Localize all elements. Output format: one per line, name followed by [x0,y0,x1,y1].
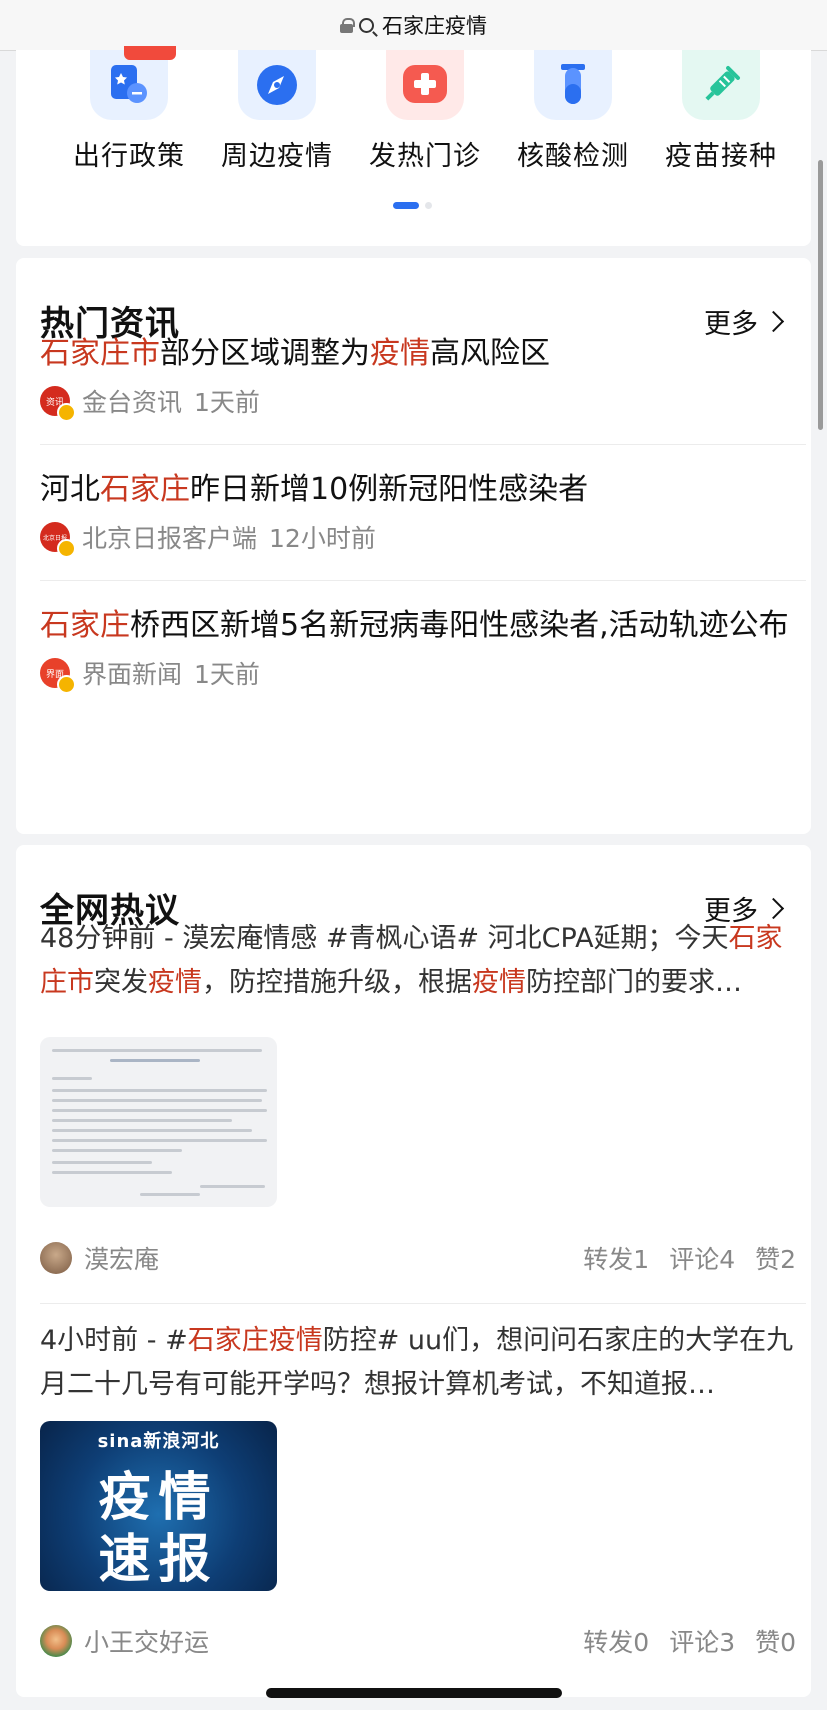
news-source: 金台资讯 [82,388,183,417]
source-logo-icon: 界面 [40,658,76,694]
quick-link-label: 发热门诊 [369,141,481,172]
quick-link-label: 周边疫情 [221,141,333,172]
chevron-right-icon [762,310,785,333]
news-item[interactable]: 石家庄市部分区域调整为疫情高风险区 资讯 金台资讯 1天前 [40,330,806,422]
lock-icon [340,17,355,33]
news-title: 石家庄桥西区新增5名新冠病毒阳性感染者,活动轨迹公布 [40,608,789,643]
divider [40,1303,806,1304]
quick-link-nucleic-test[interactable]: 核酸检测 [508,50,638,173]
verified-icon [57,675,76,694]
hot-news-card: 热门资讯 更多 石家庄市部分区域调整为疫情高风险区 资讯 金台资讯 1天前 河北… [16,258,811,834]
quick-link-label: 疫苗接种 [665,141,777,172]
quick-link-label: 核酸检测 [517,141,629,172]
new-badge [124,46,176,60]
chevron-right-icon [762,897,785,920]
verified-icon [57,403,76,422]
avatar[interactable] [40,1625,72,1657]
post-meta: 漠宏庵 转发1 评论4 赞2 [40,1240,796,1276]
news-time: 1天前 [194,388,260,417]
scrollbar[interactable] [818,160,823,430]
url-display[interactable]: 石家庄疫情 [340,10,487,40]
news-meta: 界面 界面新闻 1天前 [40,655,806,694]
news-title: 河北石家庄昨日新增10例新冠阳性感染者 [40,472,589,507]
news-meta: 北京日报 北京日报客户端 12小时前 [40,519,806,558]
source-logo-icon: 资讯 [40,386,76,422]
post-text[interactable]: 4小时前 - #石家庄疫情防控# uu们，想问问石家庄的大学在九月二十几号有可能… [40,1319,806,1407]
page-dot-active [393,202,419,209]
pagination-dots[interactable] [393,202,432,209]
news-item[interactable]: 河北石家庄昨日新增10例新冠阳性感染者 北京日报 北京日报客户端 12小时前 [40,466,806,558]
news-meta: 资讯 金台资讯 1天前 [40,383,806,422]
post-author[interactable]: 漠宏庵 [84,1240,159,1276]
forward-count[interactable]: 转发0 [583,1623,649,1659]
syringe-icon [682,50,760,120]
news-item[interactable]: 石家庄桥西区新增5名新冠病毒阳性感染者,活动轨迹公布 界面 界面新闻 1天前 [40,602,806,694]
comment-count[interactable]: 评论4 [669,1240,735,1276]
sina-logo: sina新浪河北 [97,1431,220,1452]
news-time: 1天前 [194,660,260,689]
post-meta: 小王交好运 转发0 评论3 赞0 [40,1623,796,1659]
home-indicator[interactable] [266,1688,562,1698]
verified-icon [57,539,76,558]
quick-link-nearby-epidemic[interactable]: 周边疫情 [212,50,342,173]
hot-discussion-card: 全网热议 更多 48分钟前 - 漠宏庵情感 #青枫心语# 河北CPA延期；今天石… [16,845,811,1697]
news-source: 北京日报客户端 [82,524,258,553]
quick-link-label: 出行政策 [73,141,185,172]
quick-link-vaccination[interactable]: 疫苗接种 [656,50,786,173]
divider [40,444,806,445]
medical-cross-icon [386,50,464,120]
url-text: 石家庄疫情 [382,14,487,38]
quick-link-fever-clinic[interactable]: 发热门诊 [360,50,490,173]
browser-address-bar[interactable]: 石家庄疫情 [0,0,827,51]
test-tube-icon [534,50,612,120]
news-time: 12小时前 [269,524,376,553]
news-title: 石家庄市部分区域调整为疫情高风险区 [40,336,550,371]
news-source: 界面新闻 [82,660,183,689]
post-image[interactable]: sina新浪河北 疫情 速报 [40,1421,277,1591]
thumb-text: 速报 [98,1530,219,1590]
page-dot [425,202,432,209]
compass-icon [238,50,316,120]
quick-links-card: 出行政策 周边疫情 发热门诊 核酸检测 疫苗接种 [16,46,811,246]
post-author[interactable]: 小王交好运 [84,1623,209,1659]
avatar[interactable] [40,1242,72,1274]
comment-count[interactable]: 评论3 [669,1623,735,1659]
forward-count[interactable]: 转发1 [583,1240,649,1276]
post-text[interactable]: 48分钟前 - 漠宏庵情感 #青枫心语# 河北CPA延期；今天石家庄市突发疫情，… [40,917,806,1005]
like-count[interactable]: 赞2 [755,1240,796,1276]
post-image[interactable] [40,1037,277,1207]
search-icon [359,17,374,33]
like-count[interactable]: 赞0 [755,1623,796,1659]
source-logo-icon: 北京日报 [40,522,76,558]
quick-link-travel-policy[interactable]: 出行政策 [64,46,194,173]
travel-policy-icon [90,46,176,120]
divider [40,580,806,581]
